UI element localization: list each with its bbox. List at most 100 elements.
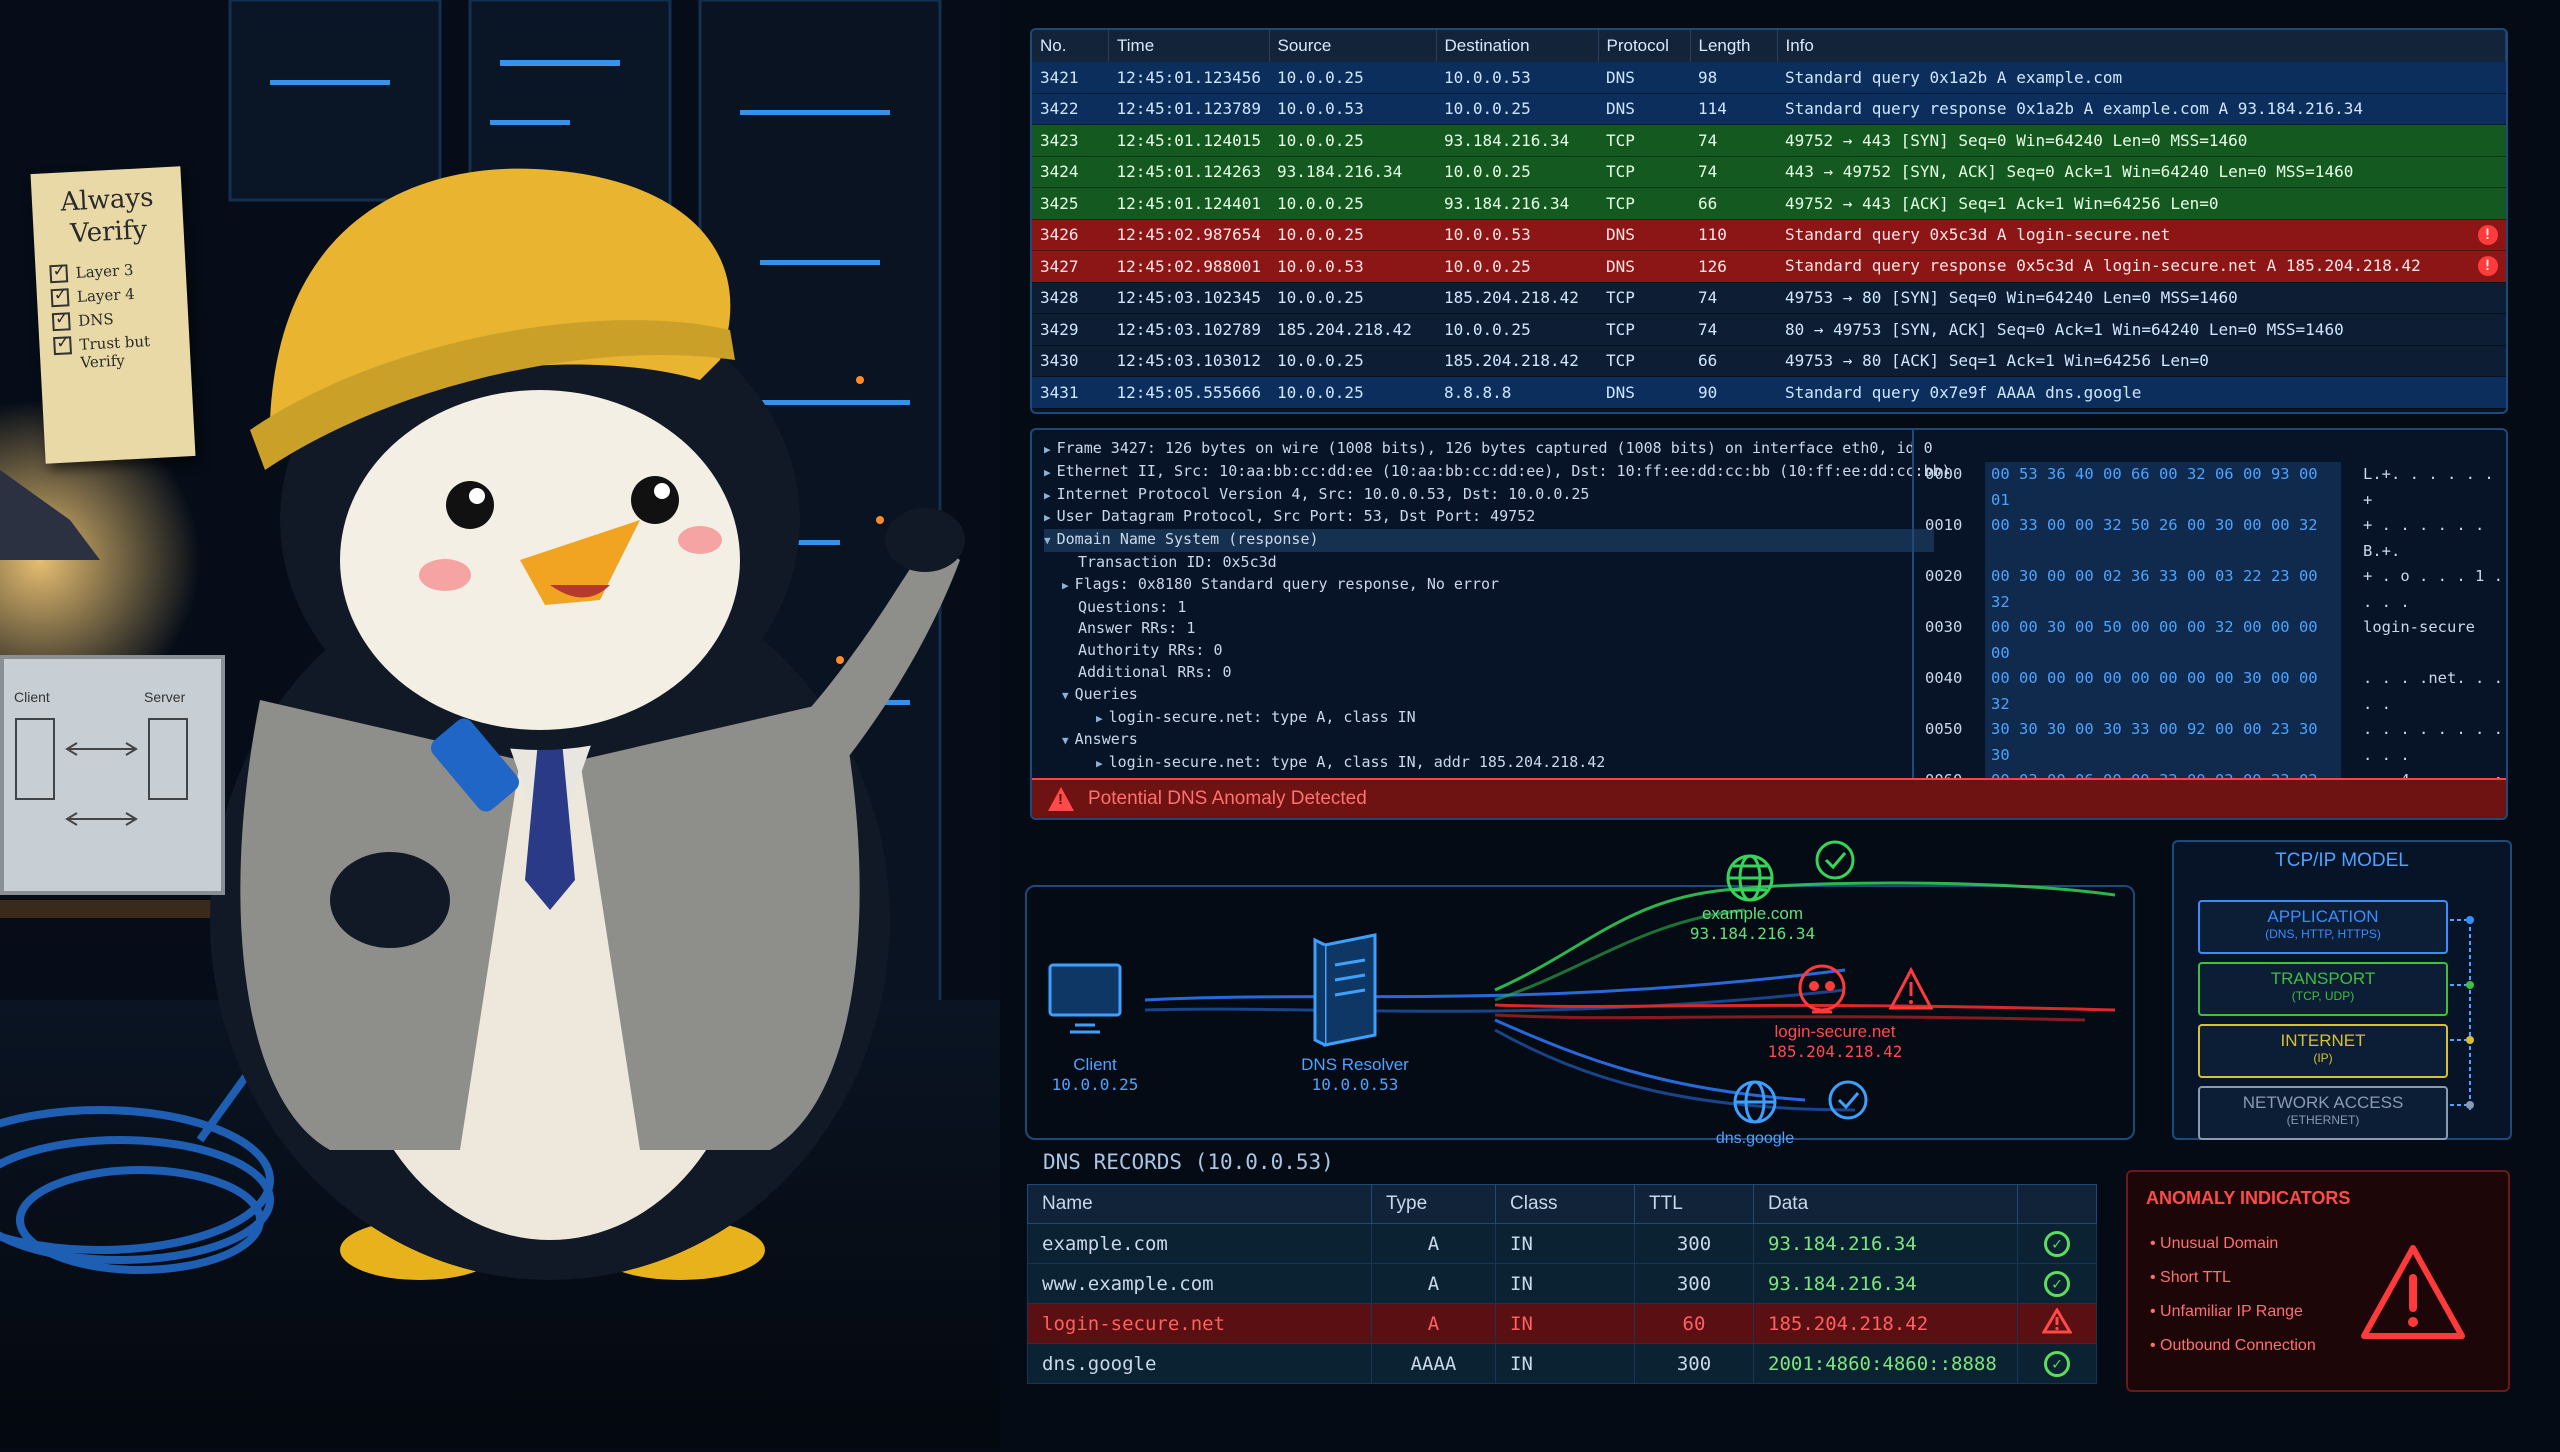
column-header-name[interactable]: Name [1027, 1184, 1372, 1224]
cell-text: 126 [1698, 256, 1727, 276]
tree-node[interactable]: ▶ User Datagram Protocol, Src Port: 53, D… [1044, 506, 1934, 529]
packet-cell-time: 12:45:01.123456 [1108, 62, 1269, 94]
anomaly-alert-bar[interactable]: Potential DNS Anomaly Detected [1032, 778, 2506, 818]
packet-table-header: No. Time Source Destination Protocol Len… [1032, 30, 2506, 62]
dns-record-row[interactable]: login-secure.net A IN 60 185.204.218.42 [1027, 1303, 2097, 1344]
tree-node[interactable]: ▶ login-secure.net: type A, class IN [1044, 707, 1934, 730]
hex-row[interactable]: 0030 00 00 30 00 50 00 00 00 32 00 00 00 … [1925, 615, 2503, 666]
hex-row[interactable]: 0020 00 30 00 00 02 36 33 00 03 22 23 00 … [1925, 564, 2503, 615]
packet-row[interactable]: 3431 12:45:05.555666 10.0.0.25 8.8.8.8 DNS 90… [1032, 376, 2506, 409]
tcpip-layer[interactable]: NETWORK ACCESS (ETHERNET) [2198, 1086, 2448, 1140]
column-header-protocol[interactable]: Protocol [1598, 30, 1691, 62]
cell-text: 10.0.0.53 [1277, 99, 1364, 119]
flow-node-example-com[interactable]: example.com 93.184.216.34 [1685, 904, 1820, 943]
packet-row[interactable]: 3426 12:45:02.987654 10.0.0.25 10.0.0.53 DNS… [1032, 219, 2506, 251]
hex-row[interactable]: 0010 00 33 00 00 32 50 26 00 30 00 00 32 +… [1925, 513, 2503, 564]
column-header-length[interactable]: Length [1690, 30, 1778, 62]
packet-row[interactable]: 3425 12:45:01.124401 10.0.0.25 93.184.216.3… [1032, 187, 2506, 220]
tree-node[interactable]: ▼ Queries [1044, 684, 1934, 707]
record-status: ✓ [2017, 1263, 2097, 1304]
flow-node-login-secure[interactable]: login-secure.net 185.204.218.42 [1745, 1022, 1925, 1061]
packet-cell-info: 49752 → 443 [SYN] Seq=0 Win=64240 Len=0 … [1777, 124, 2506, 157]
expand-arrow-icon[interactable]: ▶ [1096, 757, 1103, 770]
packet-row[interactable]: 3421 12:45:01.123456 10.0.0.25 10.0.0.53 DNS… [1032, 62, 2506, 94]
flow-node-client[interactable]: Client 10.0.0.25 [1035, 1055, 1155, 1094]
column-header-class[interactable]: Class [1495, 1184, 1635, 1224]
tree-node[interactable]: ▼ Answers [1044, 729, 1934, 752]
tree-node[interactable]: ▶ Flags: 0x8180 Standard query response, … [1044, 574, 1934, 597]
record-cell-type: A [1371, 1263, 1496, 1304]
packet-cell-proto: TCP [1598, 124, 1690, 157]
packet-row[interactable]: 3428 12:45:03.102345 10.0.0.25 185.204.218.… [1032, 282, 2506, 314]
expand-arrow-icon[interactable]: ▶ [1044, 489, 1051, 502]
packet-row[interactable]: 3429 12:45:03.102789 185.204.218.42 10.0.0.… [1032, 313, 2506, 346]
dns-record-row[interactable]: www.example.com A IN 300 93.184.216.34 ✓ [1027, 1263, 2097, 1304]
expand-arrow-icon[interactable]: ▶ [1096, 712, 1103, 725]
collapse-arrow-icon[interactable]: ▼ [1044, 534, 1051, 547]
hex-row[interactable]: 0050 30 30 30 00 30 33 00 92 00 00 23 30 … [1925, 717, 2503, 768]
tree-node[interactable]: Transaction ID: 0x5c3d [1044, 552, 1934, 574]
cell-text: TCP [1606, 288, 1635, 308]
cell-text: 110 [1698, 225, 1727, 245]
packet-cell-info: 49753 → 80 [SYN] Seq=0 Win=64240 Len=0 M… [1777, 282, 2506, 314]
cell-text: 80 → 49753 [SYN, ACK] Seq=0 Ack=1 Win=64… [1785, 319, 2344, 339]
check-icon: ✓ [2044, 1270, 2070, 1297]
packet-cell-len: 74 [1690, 156, 1777, 188]
packet-cell-proto: DNS [1598, 376, 1690, 409]
tcpip-layer[interactable]: TRANSPORT (TCP, UDP) [2198, 962, 2448, 1016]
column-header-type[interactable]: Type [1371, 1184, 1496, 1224]
packet-cell-len: 66 [1690, 345, 1777, 377]
tree-node[interactable]: ▶ login-secure.net: type A, class IN, add… [1044, 752, 1934, 775]
tree-node[interactable]: ▶ Internet Protocol Version 4, Src: 10.0.… [1044, 484, 1934, 507]
packet-row[interactable]: 3422 12:45:01.123789 10.0.0.53 10.0.0.25 DNS… [1032, 93, 2506, 125]
hex-row[interactable]: 0000 00 53 36 40 00 66 00 32 06 00 93 00 … [1925, 462, 2503, 513]
packet-cell-proto: TCP [1598, 282, 1690, 314]
packet-cell-dst: 10.0.0.25 [1436, 156, 1598, 188]
packet-row[interactable]: 3427 12:45:02.988001 10.0.0.53 10.0.0.25 DNS… [1032, 250, 2506, 283]
cell-text: 3423 [1040, 130, 1079, 150]
tcpip-layer[interactable]: INTERNET (IP) [2198, 1024, 2448, 1078]
column-header-destination[interactable]: Destination [1436, 30, 1599, 62]
hex-row[interactable]: 007022 00 00 00 00 00 00 00 00 00. . . .… [1925, 819, 2503, 820]
expand-arrow-icon[interactable]: ▶ [1044, 466, 1051, 479]
record-cell-ttl: 300 [1634, 1223, 1754, 1264]
tree-node[interactable]: Additional RRs: 0 [1044, 662, 1934, 684]
dns-record-row[interactable]: dns.google AAAA IN 300 2001:4860:4860::8888 ✓ [1027, 1343, 2097, 1384]
hex-bytes: 00 30 00 00 02 36 33 00 03 22 23 00 32 [1985, 564, 2341, 615]
tree-node[interactable]: ▼ Domain Name System (response) [1044, 529, 1934, 552]
cell-text: 10.0.0.25 [1277, 382, 1364, 402]
packet-row[interactable]: 3430 12:45:03.103012 10.0.0.25 185.204.218.… [1032, 345, 2506, 377]
expand-arrow-icon[interactable]: ▶ [1044, 511, 1051, 524]
expand-arrow-icon[interactable]: ▶ [1044, 443, 1051, 456]
collapse-arrow-icon[interactable]: ▼ [1062, 689, 1069, 702]
packet-row[interactable]: 3423 12:45:01.124015 10.0.0.25 93.184.216.3… [1032, 124, 2506, 157]
tree-node[interactable]: Answer RRs: 1 [1044, 618, 1934, 640]
checklist-item: DNS [51, 307, 175, 332]
expand-arrow-icon[interactable]: ▶ [1062, 579, 1069, 592]
dns-record-row[interactable]: example.com A IN 300 93.184.216.34 ✓ [1027, 1223, 2097, 1264]
tcpip-layer[interactable]: APPLICATION (DNS, HTTP, HTTPS) [2198, 900, 2448, 954]
column-header-ttl[interactable]: TTL [1634, 1184, 1754, 1224]
dns-server-icon [1313, 933, 1377, 1047]
hex-row[interactable]: 0040 00 00 00 00 00 00 00 00 00 30 00 00 … [1925, 666, 2503, 717]
collapse-arrow-icon[interactable]: ▼ [1062, 734, 1069, 747]
warning-triangle-icon [1888, 966, 1934, 1010]
column-header-time[interactable]: Time [1108, 30, 1270, 62]
column-header-info[interactable]: Info [1777, 30, 2506, 62]
hex-offset: 0030 [1925, 618, 1963, 636]
column-header-source[interactable]: Source [1269, 30, 1437, 62]
packet-cell-proto: TCP [1598, 187, 1690, 220]
flow-node-dns-resolver[interactable]: DNS Resolver 10.0.0.53 [1280, 1055, 1430, 1094]
column-header-data[interactable]: Data [1753, 1184, 2018, 1224]
tree-node[interactable]: Authority RRs: 0 [1044, 640, 1934, 662]
pane-divider[interactable] [1912, 430, 1914, 780]
tree-node[interactable]: ▶ Frame 3427: 126 bytes on wire (1008 bit… [1044, 438, 1934, 461]
packet-row[interactable]: 3424 12:45:01.124263 93.184.216.34 10.0.0.2… [1032, 156, 2506, 188]
packet-cell-len: 126 [1690, 250, 1777, 283]
column-header-no[interactable]: No. [1032, 30, 1109, 62]
tree-node[interactable]: ▶ Ethernet II, Src: 10:aa:bb:cc:dd:ee (10… [1044, 461, 1951, 484]
packet-cell-info: Standard query 0x5c3d A login-secure.net… [1777, 219, 2506, 251]
record-cell-name: www.example.com [1027, 1263, 1372, 1304]
tree-node[interactable]: Questions: 1 [1044, 597, 1934, 619]
tree-node-text: Flags: 0x8180 Standard query response, N… [1074, 574, 1500, 593]
